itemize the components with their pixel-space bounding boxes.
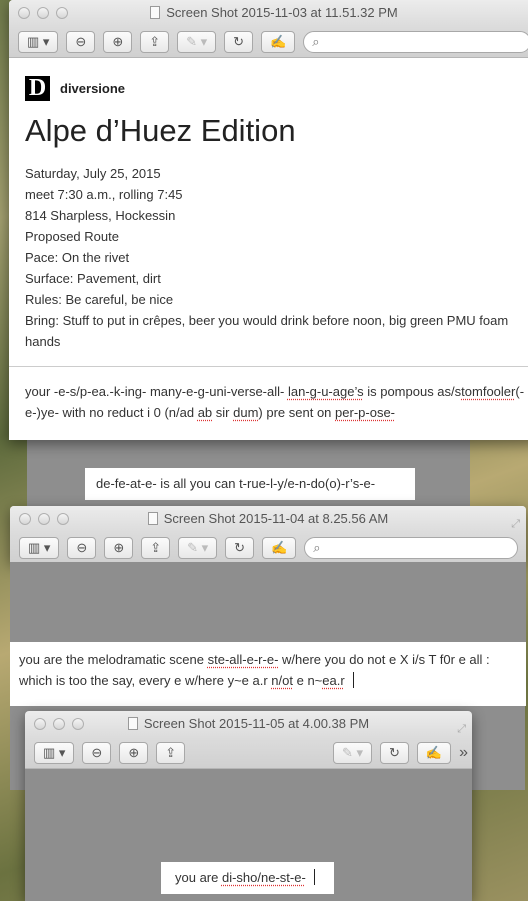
text-run: you are the melodramatic scene <box>19 652 208 667</box>
zoom-in-button[interactable]: ⊕ <box>119 741 149 764</box>
search-icon: ⌕ <box>312 33 320 49</box>
overflow-chevron-icon[interactable]: » <box>459 744 468 762</box>
annotate-button[interactable]: ✎ ▾ <box>332 741 372 764</box>
text-run: you are <box>175 870 222 885</box>
search-input[interactable]: ⌕ <box>304 536 518 559</box>
window-title: Screen Shot 2015-11-03 at 11.51.32 PM <box>166 5 398 20</box>
minimize-button[interactable] <box>53 718 65 730</box>
misspelled-word: lan-g-u-age’s <box>287 384 364 399</box>
rotate-button[interactable]: ↻ <box>224 30 254 53</box>
fullscreen-icon[interactable]: ⤢ <box>457 716 466 742</box>
toolbar: ▥ ▾ ⊖ ⊕ ⇪ ✎ ▾ ↻ ✍ ⌕ <box>10 532 526 562</box>
zoom-button[interactable] <box>57 513 69 525</box>
zoom-button[interactable] <box>72 718 84 730</box>
text-box[interactable]: you are the melodramatic scene ste-all-e… <box>10 642 526 706</box>
edit-button[interactable]: ✍ <box>416 741 452 764</box>
misspelled-word: n/ot <box>271 673 293 688</box>
misspelled-word: ste-all-e-r-e- <box>207 652 279 667</box>
zoom-out-button[interactable]: ⊖ <box>66 30 96 53</box>
detail-line: Bring: Stuff to put in crêpes, beer you … <box>25 313 509 349</box>
preview-window-3: Screen Shot 2015-11-05 at 4.00.38 PM ⤢ ▥… <box>25 711 472 901</box>
rotate-button[interactable]: ↻ <box>225 536 255 559</box>
text-run: is pompous as/s <box>363 384 462 399</box>
misspelled-word: ea.r <box>322 673 345 688</box>
fullscreen-icon[interactable]: ⤢ <box>511 511 520 537</box>
document-icon <box>150 6 161 19</box>
text-cursor <box>352 672 354 688</box>
share-button[interactable]: ⇪ <box>141 536 171 559</box>
detail-line: Pace: On the rivet <box>25 250 130 265</box>
edit-button[interactable]: ✍ <box>262 536 297 559</box>
close-button[interactable] <box>18 7 30 19</box>
misspelled-word: tomfooler <box>461 384 516 399</box>
floating-note[interactable]: de-fe-at-e- is all you can t-rue-l-y/e-n… <box>85 468 415 500</box>
detail-line: Rules: Be careful, be nice <box>25 292 174 307</box>
text-run: your -e-s/p-ea.-k-ing- many-e-g-uni-vers… <box>25 384 288 399</box>
text-box[interactable]: you are di-sho/ne-st-e- <box>161 862 334 894</box>
diversione-logo: D <box>25 76 50 101</box>
text-cursor <box>313 869 315 885</box>
detail-line: meet 7:30 a.m., rolling 7:45 <box>25 187 183 202</box>
brand-name: diversione <box>60 81 126 96</box>
sidebar-toggle-button[interactable]: ▥ ▾ <box>18 30 59 53</box>
detail-line: Surface: Pavement, dirt <box>25 271 161 286</box>
text-run: sir <box>212 405 234 420</box>
misspelled-word: per-p-ose- <box>335 405 395 420</box>
search-input[interactable]: ⌕ <box>303 30 528 53</box>
zoom-in-button[interactable]: ⊕ <box>103 30 133 53</box>
headline: Alpe d’Huez Edition <box>25 113 296 148</box>
share-button[interactable]: ⇪ <box>140 30 170 53</box>
sidebar-toggle-button[interactable]: ▥ ▾ <box>19 536 60 559</box>
edit-button[interactable]: ✍ <box>261 30 296 53</box>
rotate-button[interactable]: ↻ <box>380 741 409 764</box>
zoom-in-button[interactable]: ⊕ <box>104 536 134 559</box>
poem-text[interactable]: your -e-s/p-ea.-k-ing- many-e-g-uni-vers… <box>25 381 525 423</box>
close-button[interactable] <box>19 513 31 525</box>
minimize-button[interactable] <box>37 7 49 19</box>
toolbar: ▥ ▾ ⊖ ⊕ ⇪ ✎ ▾ ↻ ✍ ⌕ <box>9 26 528 58</box>
detail-line: 814 Sharpless, Hockessin <box>25 208 176 223</box>
misspelled-word: dum <box>233 405 259 420</box>
annotate-button[interactable]: ✎ ▾ <box>178 536 218 559</box>
preview-window-2: Screen Shot 2015-11-04 at 8.25.56 AM ⤢ ▥… <box>10 506 526 562</box>
annotate-button[interactable]: ✎ ▾ <box>177 30 217 53</box>
text-run: ) pre sent on <box>258 405 336 420</box>
sidebar-toggle-button[interactable]: ▥ ▾ <box>34 741 75 764</box>
title-bar[interactable]: Screen Shot 2015-11-03 at 11.51.32 PM <box>9 0 528 26</box>
detail-line: Proposed Route <box>25 229 119 244</box>
gray-backdrop <box>10 562 526 642</box>
window-title: Screen Shot 2015-11-04 at 8.25.56 AM <box>163 511 389 526</box>
title-bar[interactable]: Screen Shot 2015-11-05 at 4.00.38 PM ⤢ <box>25 711 472 737</box>
document-icon <box>127 717 138 730</box>
share-button[interactable]: ⇪ <box>156 741 186 764</box>
text-run: e n~ <box>292 673 323 688</box>
zoom-out-button[interactable]: ⊖ <box>82 741 112 764</box>
window-title: Screen Shot 2015-11-05 at 4.00.38 PM <box>143 716 370 731</box>
search-icon: ⌕ <box>313 539 321 555</box>
document-icon <box>147 512 158 525</box>
toolbar: ▥ ▾ ⊖ ⊕ ⇪ ✎ ▾ ↻ ✍ » <box>25 737 472 769</box>
close-button[interactable] <box>34 718 46 730</box>
misspelled-word: ab <box>197 405 213 420</box>
preview-window-1: Screen Shot 2015-11-03 at 11.51.32 PM ▥ … <box>9 0 528 440</box>
misspelled-word: di-sho/ne-st-e- <box>221 870 306 885</box>
zoom-button[interactable] <box>56 7 68 19</box>
minimize-button[interactable] <box>38 513 50 525</box>
detail-line: Saturday, July 25, 2015 <box>25 166 161 181</box>
event-details: Saturday, July 25, 2015 meet 7:30 a.m., r… <box>25 163 515 352</box>
title-bar[interactable]: Screen Shot 2015-11-04 at 8.25.56 AM ⤢ <box>10 506 526 532</box>
zoom-out-button[interactable]: ⊖ <box>67 536 97 559</box>
